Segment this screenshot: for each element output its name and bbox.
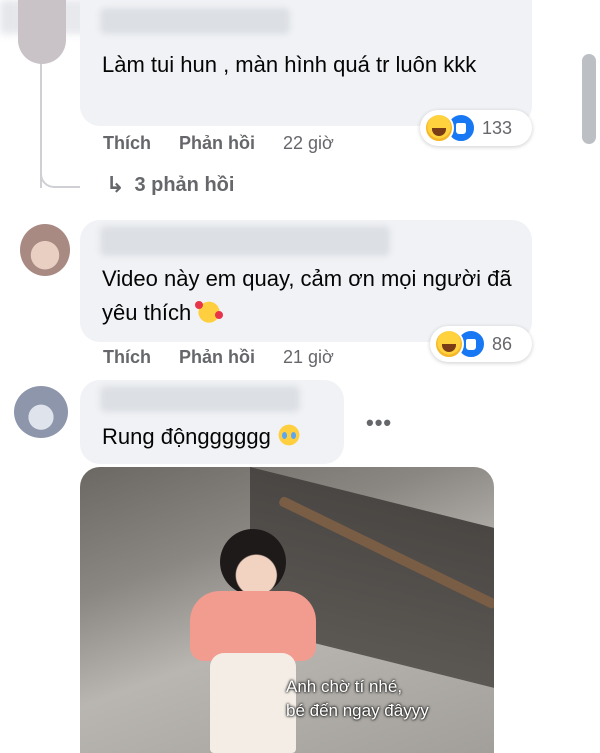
reaction-count: 86 <box>492 333 513 354</box>
reply-arrow-icon: ↳ <box>106 172 125 197</box>
comment-timestamp[interactable]: 21 giờ <box>283 347 334 368</box>
comment-actions: Thích Phản hồi 21 giờ <box>103 347 334 368</box>
view-replies-link[interactable]: ↳ 3 phản hồi <box>106 172 234 198</box>
more-options-icon[interactable]: ••• <box>366 410 392 436</box>
gif-child-skirt <box>210 653 296 753</box>
haha-reaction-icon <box>434 329 464 359</box>
reaction-count: 133 <box>482 117 513 138</box>
gif-child-shirt <box>190 591 316 661</box>
comment-text: Video này em quay, cảm ơn mọi người đã y… <box>102 266 512 325</box>
comment-text-wrap: Rung độngggggg <box>102 420 342 454</box>
gif-child-figure <box>220 529 286 595</box>
like-button[interactable]: Thích <box>103 347 151 368</box>
replies-label: 3 phản hồi <box>134 173 235 196</box>
avatar[interactable] <box>14 386 68 438</box>
reaction-summary[interactable]: 133 <box>420 110 532 146</box>
avatar[interactable] <box>18 0 66 64</box>
blurred-author-name <box>100 8 290 34</box>
reply-button[interactable]: Phản hồi <box>179 133 255 154</box>
blurred-author-name <box>100 226 390 256</box>
reaction-summary[interactable]: 86 <box>430 326 532 362</box>
gif-attachment[interactable]: Anh chờ tí nhé, bé đến ngay đâyyy <box>80 467 494 753</box>
gif-caption: Anh chờ tí nhé, bé đến ngay đâyyy <box>286 677 429 720</box>
thread-connector <box>40 150 80 188</box>
comment-timestamp[interactable]: 22 giờ <box>283 133 334 154</box>
teary-eyed-face-icon <box>276 423 301 447</box>
haha-reaction-icon <box>424 113 454 143</box>
like-button[interactable]: Thích <box>103 133 151 154</box>
avatar[interactable] <box>20 224 70 276</box>
comment-text: Rung độngggggg <box>102 424 271 449</box>
comment-text: Làm tui hun , màn hình quá tr luôn kkk <box>102 52 477 77</box>
smiling-face-with-hearts-icon <box>195 299 224 323</box>
blurred-author-name <box>100 386 300 412</box>
comment-text-wrap: Video này em quay, cảm ơn mọi người đã y… <box>102 262 522 330</box>
comment-actions: Thích Phản hồi 22 giờ <box>103 133 334 154</box>
reply-button[interactable]: Phản hồi <box>179 347 255 368</box>
scrollbar[interactable] <box>582 54 596 144</box>
